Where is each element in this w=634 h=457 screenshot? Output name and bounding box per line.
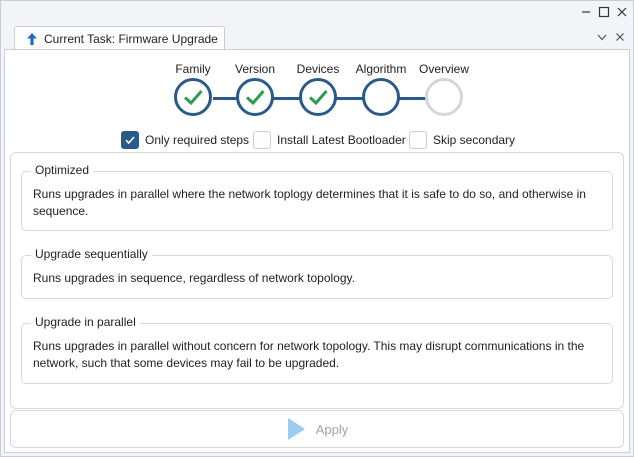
checkmark-icon [183,90,203,106]
close-icon[interactable] [615,5,629,19]
step-label-version: Version [234,62,276,76]
option-label: Install Latest Bootloader [277,133,406,147]
step-devices[interactable] [299,78,337,116]
algorithm-option-optimized[interactable]: Optimized Runs upgrades in parallel wher… [21,163,613,231]
firmware-upgrade-window: Current Task: Firmware Upgrade Family Ve… [0,0,634,457]
algorithm-description: Runs upgrades in sequence, regardless of… [33,271,355,285]
checkmark-icon [245,90,265,106]
maximize-icon[interactable] [597,5,611,19]
algorithm-option-sequential[interactable]: Upgrade sequentially Runs upgrades in se… [21,247,613,299]
options-row: Only required steps Install Latest Bootl… [5,131,631,151]
play-icon [286,417,306,441]
algorithm-option-parallel[interactable]: Upgrade in parallel Runs upgrades in par… [21,315,613,384]
only-required-steps-checkbox[interactable]: Only required steps [121,131,249,149]
task-content-panel: Family Version Devices Algorithm Overvie… [4,49,630,453]
close-icon[interactable] [613,30,627,44]
wizard-stepper: Family Version Devices Algorithm Overvie… [5,50,631,130]
chevron-down-icon[interactable] [595,30,609,44]
option-label: Only required steps [145,133,250,147]
algorithm-title: Optimized [31,163,94,177]
algorithm-description: Runs upgrades in parallel where the netw… [33,187,586,218]
step-label-family: Family [175,62,211,76]
option-label: Skip secondary [433,133,516,147]
checkbox-unchecked[interactable] [253,131,271,149]
apply-label: Apply [315,421,349,437]
algorithm-title: Upgrade in parallel [31,315,140,329]
algorithm-title: Upgrade sequentially [31,247,152,261]
checkmark-icon [308,90,328,106]
algorithm-description: Runs upgrades in parallel without concer… [33,339,585,370]
checkbox-unchecked[interactable] [409,131,427,149]
tab-current-task[interactable]: Current Task: Firmware Upgrade [14,26,225,50]
step-label-algorithm: Algorithm [355,62,407,76]
step-label-devices: Devices [296,62,340,76]
tab-title: Current Task: Firmware Upgrade [44,31,218,46]
step-label-overview: Overview [418,62,470,76]
apply-button[interactable]: Apply [10,410,624,448]
tab-strip-buttons [595,30,627,44]
step-algorithm[interactable] [362,78,400,116]
algorithm-list: Optimized Runs upgrades in parallel wher… [10,152,624,409]
step-overview[interactable] [425,78,463,116]
step-family[interactable] [174,78,212,116]
minimize-icon[interactable] [579,5,593,19]
install-latest-bootloader-checkbox[interactable]: Install Latest Bootloader [253,131,406,149]
step-version[interactable] [236,78,274,116]
checkbox-checked[interactable] [121,131,139,149]
checkmark-icon [125,136,135,145]
arrow-up-icon [25,32,39,46]
skip-secondary-checkbox[interactable]: Skip secondary [409,131,515,149]
window-controls [579,5,629,19]
